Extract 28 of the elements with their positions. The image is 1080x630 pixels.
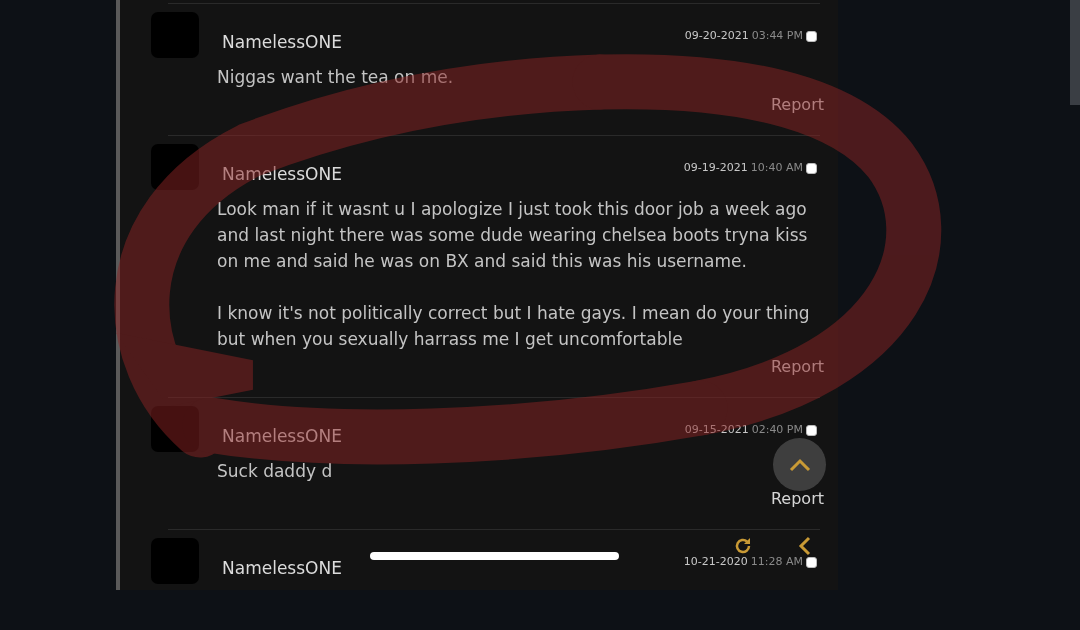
comment-time: 03:44 PM bbox=[751, 29, 803, 43]
author-name: NamelessONE bbox=[222, 426, 342, 446]
avatar bbox=[151, 144, 199, 190]
comment-text: Suck daddy d bbox=[217, 460, 333, 483]
comment-text: I know it's not politically correct but I hate gays. I mean do your thing but when you sexually harrass me I get uncomfortable bbox=[217, 302, 811, 351]
scrollbar[interactable] bbox=[1070, 0, 1080, 105]
select-checkbox[interactable] bbox=[806, 162, 817, 174]
author-name: NamelessONE bbox=[222, 164, 342, 184]
comment-date: 10-21-2020 bbox=[683, 555, 748, 569]
comment-date: 09-20-2021 bbox=[684, 29, 749, 43]
author-name: NamelessONE bbox=[222, 32, 342, 52]
comment-date: 09-19-2021 bbox=[683, 161, 748, 175]
back-icon[interactable] bbox=[798, 536, 812, 556]
comment-time: 02:40 PM bbox=[751, 423, 803, 437]
author-name: NamelessONE bbox=[222, 558, 342, 578]
report-link[interactable]: Report bbox=[770, 97, 824, 113]
select-checkbox[interactable] bbox=[806, 556, 817, 568]
comment-time: 10:40 AM bbox=[750, 161, 803, 175]
comment-text: Niggas want the tea on me. bbox=[217, 66, 454, 89]
avatar bbox=[151, 406, 199, 452]
chevron-up-icon bbox=[788, 457, 811, 472]
report-link[interactable]: Report bbox=[770, 359, 824, 375]
select-checkbox[interactable] bbox=[806, 30, 817, 42]
comment-time: 11:28 AM bbox=[750, 555, 803, 569]
comment-text: Look man if it wasnt u I apologize I just took this door job a week ago and last night there was some dude wearing chelsea boots tryna kiss on me and said he was on BX and said this was his username. bbox=[217, 198, 809, 273]
refresh-icon[interactable] bbox=[733, 536, 753, 556]
report-link[interactable]: Report bbox=[770, 491, 824, 507]
select-checkbox[interactable] bbox=[806, 424, 817, 436]
